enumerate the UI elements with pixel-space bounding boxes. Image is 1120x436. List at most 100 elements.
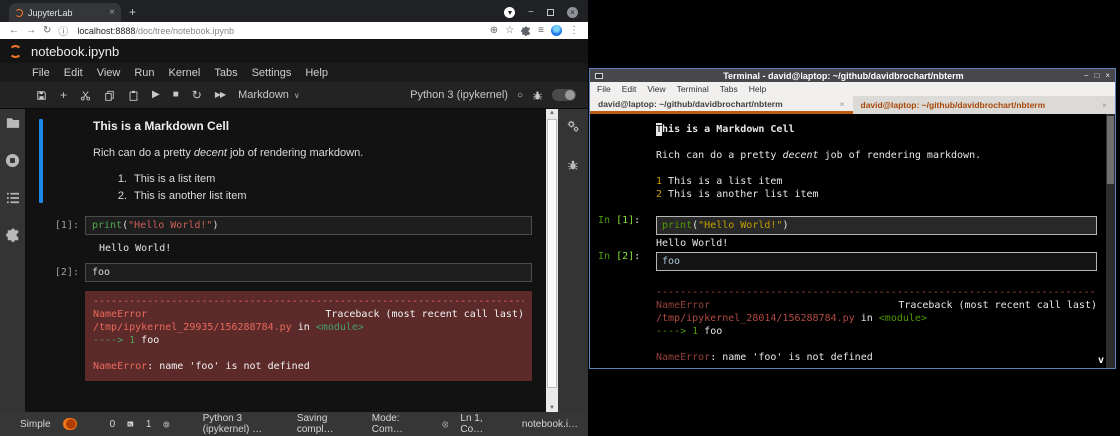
menu-item-view[interactable]: View — [90, 67, 128, 79]
notifications-icon[interactable] — [442, 419, 449, 430]
terminal-tab-1[interactable]: david@laptop: ~/github/davidbrochart/nbt… — [590, 96, 853, 114]
forward-button[interactable]: → — [26, 25, 36, 36]
sidebar-item-toc list-icon[interactable] — [6, 192, 20, 204]
terminal-minimize-button[interactable]: − — [1084, 71, 1089, 80]
terminals-count[interactable]: 0 — [110, 419, 116, 430]
menu-item-settings[interactable]: Settings — [245, 67, 299, 79]
sidebar-item-extensions puzzle-icon[interactable] — [6, 228, 20, 242]
extensions-puzzle-icon[interactable] — [521, 26, 531, 36]
nbterm-prompt: In [1]: — [598, 214, 656, 237]
restart-run-all-button fast-forward-icon[interactable]: ▶▶ — [215, 90, 225, 100]
menu-item-tabs[interactable]: Tabs — [207, 67, 244, 79]
toolbar-toggle[interactable] — [552, 89, 576, 101]
new-tab-button[interactable]: + — [129, 5, 136, 19]
bug-icon[interactable] — [532, 90, 543, 101]
terminal-app-icon — [595, 73, 603, 79]
nbterm-content[interactable]: This is a Markdown Cell Rich can do a pr… — [590, 114, 1115, 368]
sidebar-item-debugger bug-icon[interactable] — [567, 159, 579, 171]
term-menu-help[interactable]: Help — [749, 84, 766, 94]
restart-kernel-button refresh-icon[interactable]: ↻ — [192, 90, 202, 100]
mode-indicator[interactable]: Mode: Com… — [372, 413, 409, 435]
menu-item-run[interactable]: Run — [127, 67, 161, 79]
kernel-name[interactable]: Python 3 (ipykernel) — [410, 89, 508, 101]
stop-button stop-icon[interactable]: ■ — [173, 90, 179, 100]
cell-type-value: Markdown — [238, 89, 289, 101]
saving-status[interactable]: Saving compl… — [297, 413, 339, 435]
add-cell-button[interactable]: + — [60, 90, 67, 100]
code-input[interactable]: foo — [85, 263, 532, 282]
back-button[interactable]: ← — [9, 25, 19, 36]
scroll-more-indicator: v — [1098, 354, 1104, 367]
status-bar: Simple 0 1 Python 3 (ipykernel) … Saving… — [0, 412, 588, 436]
url-path: /doc/tree/notebook.ipynb — [135, 26, 234, 36]
menu-item-help[interactable]: Help — [298, 67, 335, 79]
terminal-menubar: File Edit View Terminal Tabs Help — [590, 82, 1115, 96]
terminal-tab-label: david@laptop: ~/github/davidbrochart/nbt… — [861, 100, 1103, 110]
code-input[interactable]: print("Hello World!") — [85, 216, 532, 235]
terminal-titlebar[interactable]: Terminal - david@laptop: ~/github/davidb… — [590, 69, 1115, 82]
execution-prompt: [1]: — [39, 216, 79, 231]
notebook-panel[interactable]: This is a Markdown Cell Rich can do a pr… — [25, 109, 546, 412]
scrollbar-thumb[interactable] — [1107, 116, 1114, 184]
terminal-tab-2[interactable]: david@laptop: ~/github/davidbrochart/nbt… — [853, 96, 1116, 114]
close-button[interactable]: × — [567, 7, 578, 18]
reload-button[interactable]: ↻ — [43, 25, 51, 36]
scroll-down-icon[interactable]: ▼ — [546, 405, 558, 411]
browser-indicator-icon[interactable] — [504, 7, 515, 18]
nbterm-code-cell-2[interactable]: In [2]: foo — [598, 250, 1097, 273]
url-text[interactable]: localhost:8888/doc/tree/notebook.ipynb — [77, 26, 482, 36]
scroll-up-icon[interactable]: ▲ — [546, 110, 558, 116]
nbterm-code-input[interactable]: print("Hello World!") — [656, 216, 1097, 235]
reader-mode-icon[interactable]: ≡ — [538, 25, 544, 36]
code-cell-2[interactable]: [2]: foo — [39, 263, 532, 282]
menu-item-edit[interactable]: Edit — [57, 67, 90, 79]
site-info-icon[interactable]: ⓘ — [58, 23, 68, 38]
term-menu-view[interactable]: View — [647, 84, 665, 94]
term-menu-edit[interactable]: Edit — [622, 84, 637, 94]
menu-item-file[interactable]: File — [25, 67, 57, 79]
notebook-toolbar: + ▶ ■ ↻ ▶▶ Markdown ∨ Python 3 (ipykerne… — [0, 82, 588, 109]
code-cell-1[interactable]: [1]: print("Hello World!") — [39, 216, 532, 235]
kernels-count[interactable]: 1 — [146, 419, 152, 430]
nbterm-code-cell-1[interactable]: In [1]: print("Hello World!") — [598, 214, 1097, 237]
copy-button copy-icon[interactable] — [104, 90, 115, 101]
simple-mode-label: Simple — [20, 419, 51, 430]
kernel-status-text[interactable]: Python 3 (ipykernel) … — [203, 413, 265, 435]
maximize-button[interactable] — [547, 9, 554, 16]
terminal-scrollbar[interactable] — [1106, 114, 1115, 368]
cursor-position[interactable]: Ln 1, Co… — [460, 413, 489, 435]
zoom-icon[interactable]: ⊕ — [490, 25, 498, 36]
error-output: ----------------------------------------… — [85, 291, 532, 381]
minimize-button[interactable]: − — [528, 9, 534, 17]
cell-type-dropdown[interactable]: Markdown ∨ — [238, 89, 300, 101]
kebab-menu-icon[interactable]: ⋮ — [569, 25, 579, 36]
chevron-down-icon: ∨ — [294, 91, 300, 100]
menu-item-kernel[interactable]: Kernel — [162, 67, 208, 79]
term-menu-file[interactable]: File — [597, 84, 611, 94]
term-menu-tabs[interactable]: Tabs — [720, 84, 738, 94]
profile-avatar[interactable] — [551, 25, 562, 36]
sidebar-item-running running-icon[interactable] — [5, 153, 20, 168]
paste-button clipboard-icon[interactable] — [128, 90, 139, 101]
tab-close-icon[interactable]: × — [109, 7, 115, 18]
cell-selection-bar — [39, 119, 43, 203]
scrollbar-thumb[interactable] — [547, 119, 557, 388]
save-button floppy-icon[interactable] — [36, 90, 47, 101]
sidebar-item-inspector gears-icon[interactable] — [566, 119, 580, 133]
run-button play-icon[interactable]: ▶ — [152, 90, 160, 100]
nbterm-list-item: 2 This is another list item — [598, 188, 1097, 201]
browser-tab[interactable]: JupyterLab × — [9, 3, 121, 22]
tab-close-icon[interactable]: × — [1102, 100, 1107, 110]
terminal-close-button[interactable]: × — [1105, 71, 1110, 80]
terminal-maximize-button[interactable]: □ — [1094, 71, 1099, 80]
filename-status[interactable]: notebook.i… — [522, 419, 578, 430]
markdown-cell[interactable]: This is a Markdown Cell Rich can do a pr… — [39, 117, 546, 207]
simple-mode-toggle[interactable] — [63, 418, 78, 430]
cut-button scissors-icon[interactable] — [80, 90, 91, 101]
tab-close-icon[interactable]: × — [840, 99, 845, 109]
term-menu-terminal[interactable]: Terminal — [677, 84, 709, 94]
notebook-scrollbar[interactable]: ▲ ▼ — [546, 109, 558, 412]
nbterm-code-input[interactable]: foo — [656, 252, 1097, 271]
sidebar-item-files folder-icon[interactable] — [6, 117, 20, 129]
bookmark-star-icon[interactable]: ☆ — [505, 25, 514, 36]
